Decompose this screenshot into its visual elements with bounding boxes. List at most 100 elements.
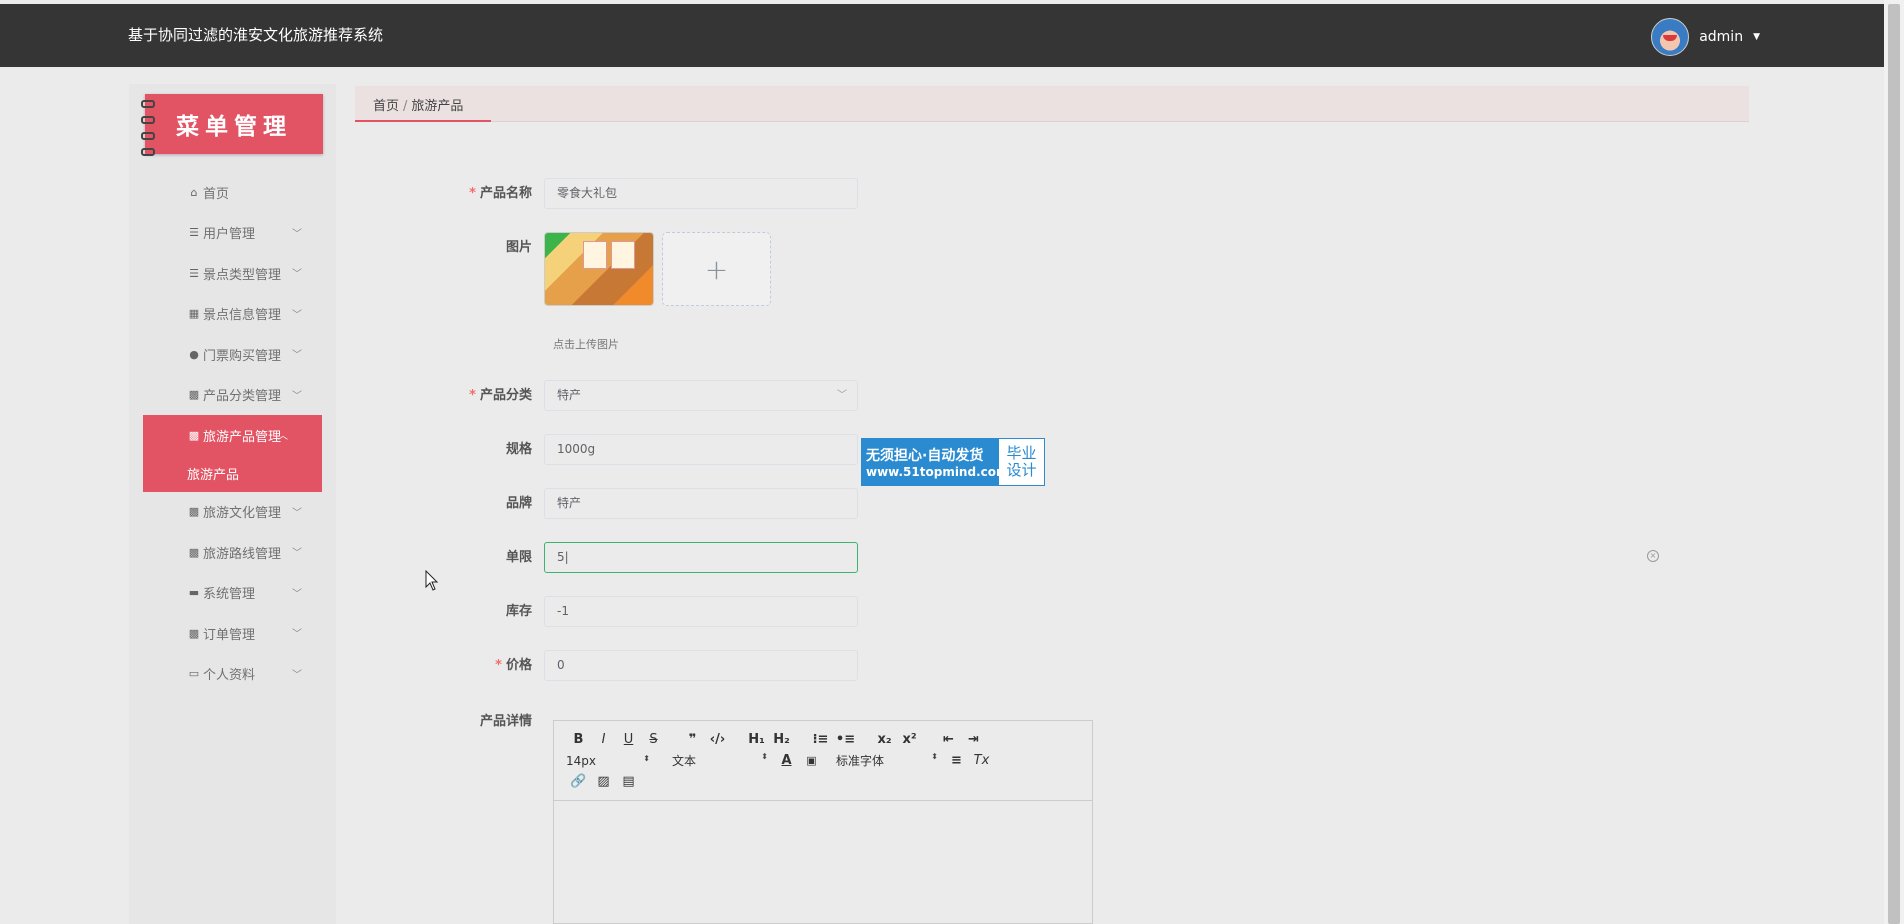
menu-title-text: 菜单管理 <box>176 113 292 140</box>
apps-icon: ▩ <box>188 545 200 559</box>
chevron-down-icon: ﹀ <box>292 390 302 402</box>
indent-icon[interactable]: ⇥ <box>961 732 986 747</box>
form-row-spec: 规格 1000g <box>440 434 858 466</box>
scrollbar-thumb[interactable] <box>1888 4 1900 924</box>
bullet-list-icon[interactable]: •≡ <box>833 732 858 747</box>
underline-icon[interactable]: U <box>616 732 641 747</box>
image-icon[interactable]: ▨ <box>591 774 616 789</box>
italic-icon[interactable]: I <box>591 732 616 747</box>
spec-input[interactable]: 1000g <box>544 434 858 465</box>
price-input[interactable]: 0 <box>544 650 858 681</box>
font-family-select[interactable]: 标准字体 ⬍ <box>824 752 944 769</box>
sidebar-item-products[interactable]: ▩ 旅游产品管理 ︿ <box>143 415 322 456</box>
font-size-value: 14px <box>566 753 596 768</box>
watermark-line1: 无须担心·自动发货 <box>866 448 984 464</box>
sidebar-item-product-categories[interactable]: ▩ 产品分类管理 ﹀ <box>129 375 336 416</box>
home-icon: ⌂ <box>190 185 198 199</box>
sidebar-item-label: 个人资料 <box>203 668 256 684</box>
align-icon[interactable]: ≡ <box>944 753 969 768</box>
menu-list: ⌂ 首页 ☰ 用户管理 ﹀ ☰ 景点类型管理 ﹀ ▦ 景点信息管理 ﹀ ● 门票… <box>129 172 336 694</box>
sidebar-item-orders[interactable]: ▩ 订单管理 ﹀ <box>129 613 336 654</box>
toolbar-row: 14px ⬍ 文本 ⬍ A ▣ 标准字体 ⬍ ≡ Tx <box>566 750 1082 771</box>
form-row-name: * 产品名称 零食大礼包 <box>440 178 858 210</box>
brand-label: 品牌 <box>505 496 532 511</box>
blockquote-icon[interactable]: ❞ <box>680 732 705 747</box>
toolbar-row: 🔗 ▨ ▤ <box>566 771 1082 792</box>
page-scrollbar[interactable] <box>1884 0 1904 924</box>
editor-toolbar: B I U S ❞ ‹/› H₁ H₂ ⁝≡ •≡ x₂ x² ⇤ ⇥ 14px… <box>554 721 1092 801</box>
apps-icon: ▩ <box>188 428 200 442</box>
uploaded-image[interactable] <box>544 232 654 306</box>
apps-icon: ▩ <box>188 505 200 519</box>
product-name-input[interactable]: 零食大礼包 <box>544 178 858 209</box>
paragraph-value: 文本 <box>672 754 697 768</box>
required-mark: * <box>469 186 476 201</box>
category-value: 特产 <box>557 388 582 402</box>
background-color-icon[interactable]: ▣ <box>799 754 824 767</box>
form-row-price: * 价格 0 <box>440 650 858 682</box>
clear-input-icon[interactable]: × <box>1647 550 1659 562</box>
user-menu[interactable]: admin ▼ <box>1651 18 1760 56</box>
breadcrumb-home[interactable]: 首页 <box>373 99 399 114</box>
header-1-icon[interactable]: H₁ <box>744 732 769 747</box>
paragraph-select[interactable]: 文本 ⬍ <box>656 752 774 769</box>
detail-label: 产品详情 <box>479 714 532 729</box>
link-icon[interactable]: 🔗 <box>566 774 591 789</box>
upload-add-button[interactable]: + <box>662 232 771 306</box>
breadcrumb-path: 首页 / 旅游产品 <box>373 95 463 114</box>
outdent-icon[interactable]: ⇤ <box>936 732 961 747</box>
sidebar-item-spot-types[interactable]: ☰ 景点类型管理 ﹀ <box>129 253 336 294</box>
username[interactable]: admin <box>1699 29 1743 45</box>
sidebar-item-label: 首页 <box>203 186 230 202</box>
sidebar-item-users[interactable]: ☰ 用户管理 ﹀ <box>129 213 336 254</box>
form-row-category: * 产品分类 特产 ﹀ <box>440 380 858 412</box>
caret-down-icon[interactable]: ▼ <box>1753 32 1760 42</box>
editor-content-area[interactable] <box>554 801 1092 923</box>
monitor-icon: ▬ <box>188 586 200 600</box>
chevron-down-icon: ﹀ <box>292 269 302 280</box>
clear-format-icon[interactable]: Tx <box>969 753 994 768</box>
limit-input[interactable]: 5| <box>544 542 858 573</box>
ordered-list-icon[interactable]: ⁝≡ <box>808 732 833 747</box>
chevron-down-icon: ﹀ <box>292 350 302 361</box>
price-label: 价格 <box>505 658 532 673</box>
strikethrough-icon[interactable]: S <box>641 732 666 747</box>
required-mark: * <box>495 658 502 673</box>
text-color-icon[interactable]: A <box>774 753 799 768</box>
image-uploader: + <box>544 232 771 306</box>
brand-input[interactable]: 特产 <box>544 488 858 519</box>
sidebar-item-label: 用户管理 <box>203 227 256 243</box>
superscript-icon[interactable]: x² <box>897 732 922 747</box>
snack-pack-icon <box>583 241 607 269</box>
category-select[interactable]: 特产 ﹀ <box>544 380 858 411</box>
field-label: * 产品分类 <box>440 380 544 412</box>
video-icon[interactable]: ▤ <box>616 774 641 789</box>
submenu-item-products[interactable]: 旅游产品 <box>143 455 322 492</box>
sidebar-item-spot-info[interactable]: ▦ 景点信息管理 ﹀ <box>129 294 336 335</box>
form-row-stock: 库存 -1 <box>440 596 858 628</box>
sidebar-item-profile[interactable]: ▭ 个人资料 ﹀ <box>129 654 336 695</box>
avatar[interactable] <box>1651 18 1690 56</box>
name-label: 产品名称 <box>479 186 532 201</box>
sidebar-item-tickets[interactable]: ● 门票购买管理 ﹀ <box>129 334 336 375</box>
watermark-banner: 无须担心·自动发货 www.51topmind.com 毕业 设计 <box>861 438 1045 486</box>
sidebar-item-label: 旅游文化管理 <box>203 506 282 522</box>
sidebar-item-culture[interactable]: ▩ 旅游文化管理 ﹀ <box>129 492 336 533</box>
bold-icon[interactable]: B <box>566 732 591 747</box>
menu-title: 菜单管理 <box>141 94 323 156</box>
chevron-down-icon: ﹀ <box>292 669 302 681</box>
breadcrumb: 首页 / 旅游产品 <box>355 86 1749 122</box>
sidebar-item-system[interactable]: ▬ 系统管理 ﹀ <box>129 573 336 614</box>
watermark-right2: 设计 <box>1006 461 1037 479</box>
sidebar-item-label: 订单管理 <box>203 627 256 643</box>
header-2-icon[interactable]: H₂ <box>769 732 794 747</box>
code-block-icon[interactable]: ‹/› <box>705 732 730 747</box>
sidebar-item-home[interactable]: ⌂ 首页 <box>129 172 336 213</box>
submenu-item-label: 旅游产品 <box>187 468 240 483</box>
watermark-left: 无须担心·自动发货 www.51topmind.com <box>862 439 1009 485</box>
sidebar-item-routes[interactable]: ▩ 旅游路线管理 ﹀ <box>129 532 336 573</box>
mouse-cursor-icon <box>425 570 439 591</box>
subscript-icon[interactable]: x₂ <box>872 732 897 747</box>
stock-input[interactable]: -1 <box>544 596 858 627</box>
font-size-select[interactable]: 14px ⬍ <box>566 754 656 768</box>
